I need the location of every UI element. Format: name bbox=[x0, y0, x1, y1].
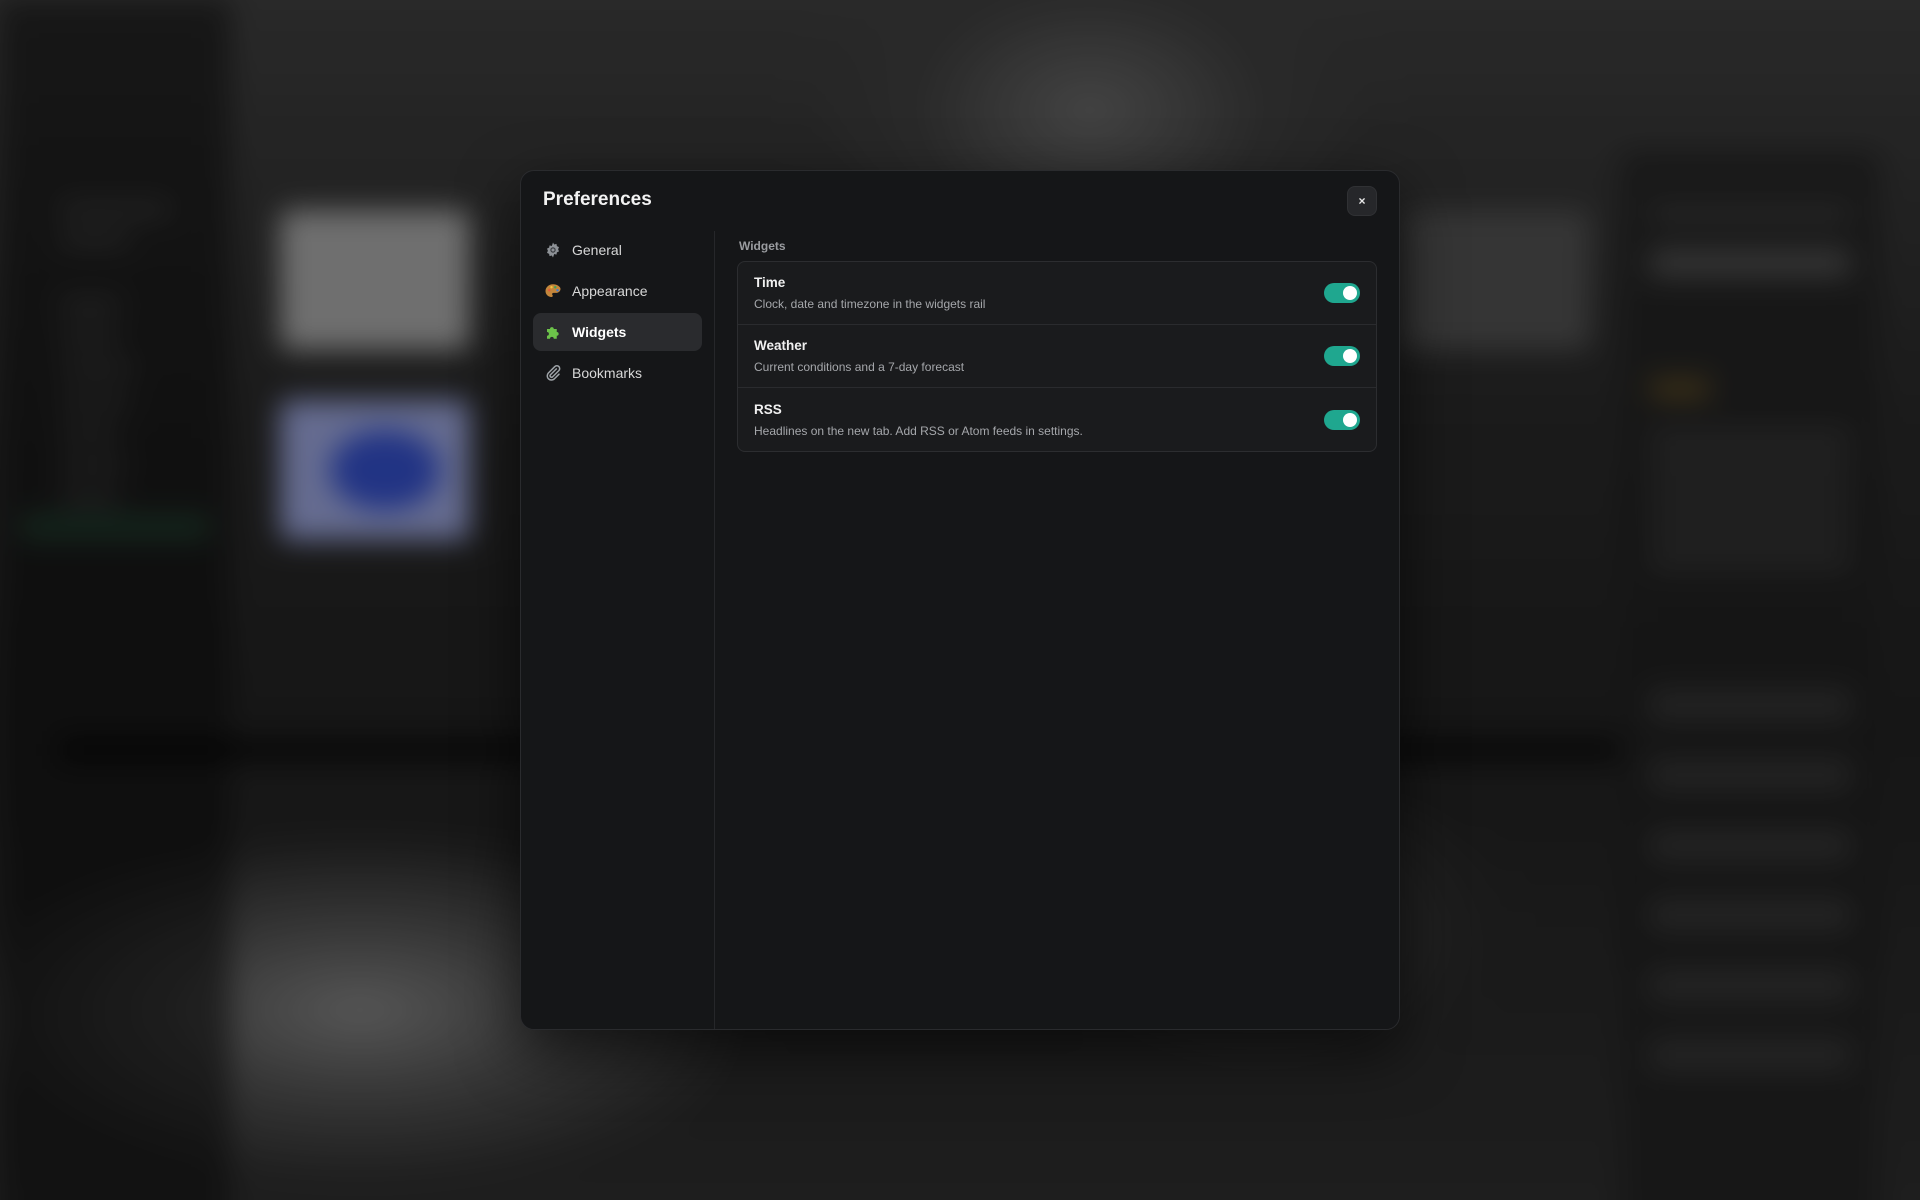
preferences-nav: General Appearance Widgets Bookmarks bbox=[521, 231, 715, 1029]
paperclip-icon bbox=[543, 363, 563, 383]
widget-row-weather: Weather Current conditions and a 7-day f… bbox=[738, 325, 1376, 388]
nav-item-appearance[interactable]: Appearance bbox=[533, 272, 702, 310]
time-toggle[interactable] bbox=[1324, 283, 1360, 303]
puzzle-icon bbox=[543, 322, 563, 342]
nav-item-label: Widgets bbox=[572, 324, 627, 340]
section-label: Widgets bbox=[739, 239, 786, 253]
nav-item-label: Bookmarks bbox=[572, 365, 643, 381]
widget-title: RSS bbox=[754, 401, 782, 417]
nav-item-widgets[interactable]: Widgets bbox=[533, 313, 702, 351]
widget-description: Clock, date and timezone in the widgets … bbox=[754, 297, 986, 311]
toggle-knob bbox=[1343, 286, 1357, 300]
palette-icon bbox=[543, 281, 563, 301]
widget-title: Weather bbox=[754, 338, 808, 353]
rss-toggle[interactable] bbox=[1324, 409, 1360, 430]
nav-item-general[interactable]: General bbox=[533, 231, 702, 269]
widgets-panel: Widgets Time Clock, date and timezone in… bbox=[715, 231, 1399, 1029]
widget-row-rss: RSS Headlines on the new tab. Add RSS or… bbox=[738, 388, 1376, 451]
toggle-knob bbox=[1343, 412, 1357, 427]
nav-item-label: Appearance bbox=[572, 283, 648, 299]
close-button[interactable]: × bbox=[1347, 186, 1377, 216]
weather-toggle[interactable] bbox=[1324, 346, 1360, 366]
widget-description: Current conditions and a 7-day forecast bbox=[754, 360, 965, 374]
gear-icon bbox=[543, 240, 563, 260]
dialog-title: Preferences bbox=[543, 189, 652, 210]
preferences-dialog: Preferences × General Appearance Widgets… bbox=[520, 170, 1400, 1030]
widgets-list: Time Clock, date and timezone in the wid… bbox=[737, 261, 1377, 452]
toggle-knob bbox=[1343, 349, 1357, 363]
widget-description: Headlines on the new tab. Add RSS or Ato… bbox=[754, 423, 1083, 438]
widget-title: Time bbox=[754, 275, 786, 290]
nav-item-label: General bbox=[572, 242, 622, 258]
widget-row-time: Time Clock, date and timezone in the wid… bbox=[738, 262, 1376, 325]
nav-item-bookmarks[interactable]: Bookmarks bbox=[533, 354, 702, 392]
